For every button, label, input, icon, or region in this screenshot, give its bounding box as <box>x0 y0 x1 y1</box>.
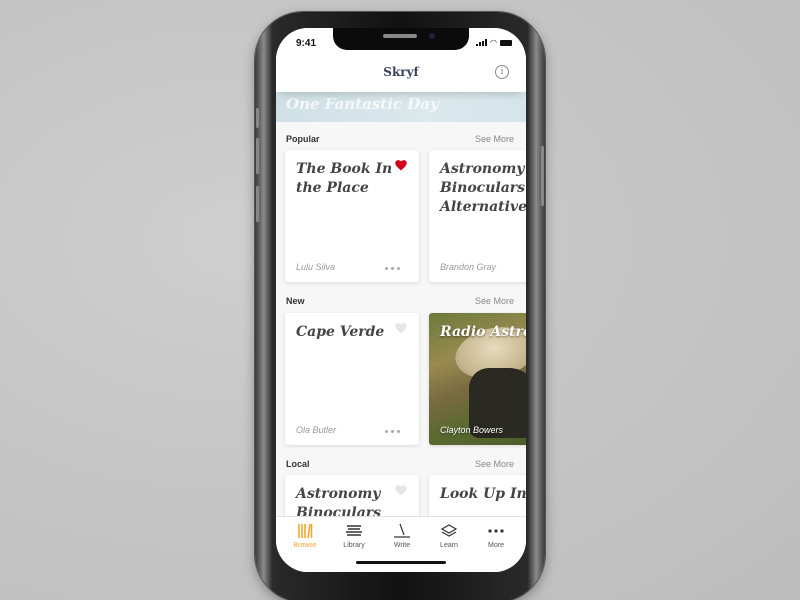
see-more-link[interactable]: See More <box>475 459 514 469</box>
more-options-icon[interactable] <box>385 267 400 270</box>
card-author: Ola Butler <box>296 425 337 435</box>
more-options-icon[interactable] <box>385 430 400 433</box>
tab-label: Library <box>343 542 365 549</box>
library-icon <box>329 523 379 539</box>
mute-switch <box>256 108 259 128</box>
see-more-link[interactable]: See More <box>475 134 514 144</box>
volume-down-button <box>256 186 259 222</box>
heart-icon[interactable] <box>394 159 408 171</box>
tab-library[interactable]: Library <box>329 523 379 549</box>
book-card[interactable]: Radio Astronomy Clayton Bowers <box>429 313 526 445</box>
home-indicator[interactable] <box>356 561 446 564</box>
tab-learn[interactable]: Learn <box>424 523 474 549</box>
see-more-link[interactable]: See More <box>475 296 514 306</box>
write-icon <box>377 523 427 539</box>
featured-banner[interactable]: One Fantastic Day <box>276 90 526 122</box>
heart-icon[interactable] <box>394 484 408 496</box>
book-card[interactable]: The Book In the Place Lulu Silva <box>285 150 419 282</box>
card-author: Lulu Silva <box>296 262 336 272</box>
section-title: Local <box>286 459 310 469</box>
learn-icon <box>424 523 474 539</box>
notch <box>333 28 469 50</box>
app-screen: 9:41 ◠ Skryf i One Fantastic Day Popular… <box>276 28 526 572</box>
banner-title: One Fantastic Day <box>286 95 439 113</box>
info-icon[interactable]: i <box>495 65 509 79</box>
app-title: Skryf <box>383 65 419 79</box>
card-author: Brandon Gray <box>440 262 497 272</box>
tab-label: More <box>488 542 504 549</box>
card-author: Clayton Bowers <box>440 425 504 435</box>
tab-browse[interactable]: Browse <box>280 523 330 549</box>
status-time: 9:41 <box>296 38 317 49</box>
more-icon <box>471 523 521 539</box>
speaker-grille <box>383 34 417 38</box>
battery-icon <box>500 40 512 46</box>
tab-write[interactable]: Write <box>377 523 427 549</box>
tab-label: Write <box>393 542 411 549</box>
power-button <box>541 146 544 206</box>
card-title: Radio Astronomy <box>440 324 526 340</box>
front-camera <box>429 33 435 39</box>
tab-label: Browse <box>293 542 317 549</box>
card-title: Look Up In The Sky <box>440 486 526 502</box>
card-title: Cape Verde <box>296 324 385 340</box>
tab-label: Learn <box>440 542 458 549</box>
card-title: Astronomy Binoculars A Great Alternative <box>440 161 526 215</box>
section-title: New <box>286 296 305 306</box>
browse-icon <box>280 523 330 539</box>
tab-bar: Browse Library Write Learn More <box>276 516 526 572</box>
tab-more[interactable]: More <box>471 523 521 549</box>
status-icons: ◠ <box>476 38 512 47</box>
section-title: Popular <box>286 134 320 144</box>
signal-icon <box>476 39 488 46</box>
card-title: The Book In the Place <box>296 161 393 196</box>
book-card[interactable]: Astronomy Binoculars A Great Alternative… <box>429 150 526 282</box>
section-header-local: Local See More <box>286 459 514 473</box>
section-header-popular: Popular See More <box>286 134 514 148</box>
heart-icon[interactable] <box>394 322 408 334</box>
section-header-new: New See More <box>286 296 514 310</box>
wifi-icon: ◠ <box>490 38 497 47</box>
book-card[interactable]: Cape Verde Ola Butler <box>285 313 419 445</box>
nav-bar: Skryf i <box>276 56 526 92</box>
volume-up-button <box>256 138 259 174</box>
